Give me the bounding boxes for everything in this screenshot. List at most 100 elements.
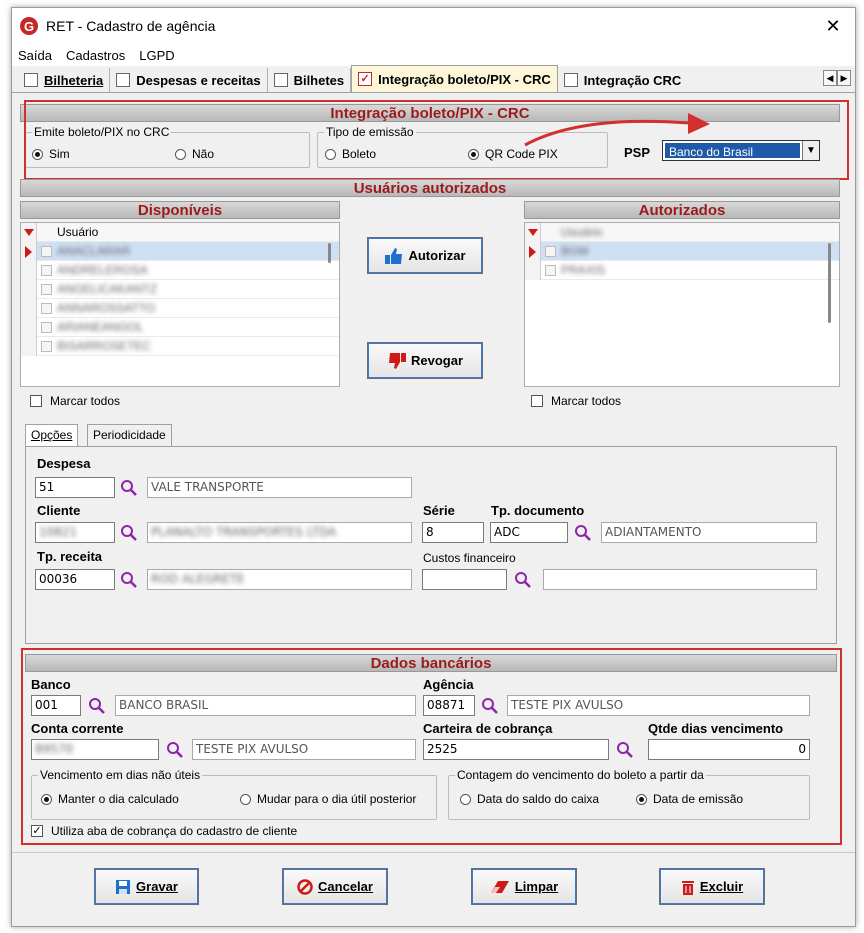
cancel-icon bbox=[297, 878, 313, 895]
table-row[interactable]: ANACLARAR bbox=[21, 242, 339, 261]
tipo-boleto-radio[interactable]: Boleto bbox=[325, 147, 376, 161]
search-icon[interactable] bbox=[120, 479, 138, 497]
custos-code-field[interactable] bbox=[422, 569, 507, 590]
serie-field[interactable]: 8 bbox=[422, 522, 484, 543]
tab-opcoes[interactable]: Opções bbox=[25, 424, 79, 446]
gravar-button[interactable]: Gravar bbox=[94, 868, 199, 905]
row-pointer-icon bbox=[525, 242, 541, 261]
limpar-button[interactable]: Limpar bbox=[471, 868, 577, 905]
custos-desc-field bbox=[543, 569, 817, 590]
manter-dia-radio[interactable]: Manter o dia calculado bbox=[41, 792, 179, 806]
autorizados-grid[interactable]: Usuário BGM PRAXIS bbox=[524, 222, 840, 387]
cancelar-button[interactable]: Cancelar bbox=[282, 868, 388, 905]
utiliza-aba-checkbox[interactable]: ✓ Utiliza aba de cobrança do cadastro de … bbox=[31, 824, 297, 838]
tab-bilhetes[interactable]: Bilhetes bbox=[268, 68, 352, 92]
row-checkbox[interactable] bbox=[41, 322, 52, 333]
mudar-dia-radio[interactable]: Mudar para o dia útil posterior bbox=[240, 792, 416, 806]
carteira-field[interactable]: 2525 bbox=[423, 739, 609, 760]
emite-nao-radio[interactable]: Não bbox=[175, 147, 214, 161]
table-row[interactable]: ARIANEANGOL bbox=[21, 318, 339, 337]
table-row[interactable]: BGM bbox=[525, 242, 839, 261]
row-checkbox[interactable] bbox=[41, 265, 52, 276]
trash-icon bbox=[681, 880, 694, 895]
search-icon[interactable] bbox=[120, 524, 138, 542]
tab-scroll-left-button[interactable]: ◀ bbox=[823, 70, 837, 86]
search-icon[interactable] bbox=[616, 741, 634, 759]
button-label: Autorizar bbox=[408, 248, 466, 263]
tp-documento-code-field[interactable]: ADC bbox=[490, 522, 568, 543]
autorizar-button[interactable]: Autorizar bbox=[367, 237, 483, 274]
radio-label: Boleto bbox=[342, 147, 377, 161]
grid-scrollbar[interactable] bbox=[828, 243, 831, 323]
menu-bar: Saída Cadastros LGPD bbox=[12, 44, 855, 66]
tab-scroll-buttons: ◀ ▶ bbox=[823, 70, 851, 86]
edit-document-icon bbox=[116, 73, 131, 87]
table-row[interactable]: ANGELICAKANTZ bbox=[21, 280, 339, 299]
agencia-code-field[interactable]: 08871 bbox=[423, 695, 475, 716]
grid-scrollbar[interactable] bbox=[328, 243, 331, 263]
search-icon[interactable] bbox=[514, 571, 532, 589]
emite-sim-radio[interactable]: Sim bbox=[32, 147, 70, 161]
menu-item-cadastros[interactable]: Cadastros bbox=[66, 48, 125, 63]
banco-desc-field: BANCO BRASIL bbox=[115, 695, 416, 716]
close-button[interactable]: ✕ bbox=[811, 16, 855, 37]
column-header-usuario[interactable]: Usuário bbox=[561, 225, 602, 239]
table-row[interactable]: PRAXIS bbox=[525, 261, 839, 280]
search-icon[interactable] bbox=[481, 697, 499, 715]
search-icon[interactable] bbox=[120, 571, 138, 589]
qtde-dias-label: Qtde dias vencimento bbox=[648, 721, 784, 736]
tp-receita-code-field[interactable]: 00036 bbox=[35, 569, 115, 590]
vencimento-title: Vencimento em dias não úteis bbox=[38, 768, 203, 782]
revogar-button[interactable]: Revogar bbox=[367, 342, 483, 379]
row-checkbox[interactable] bbox=[41, 284, 52, 295]
row-checkbox[interactable] bbox=[41, 341, 52, 352]
row-checkbox[interactable] bbox=[545, 265, 556, 276]
banco-code-field[interactable]: 001 bbox=[31, 695, 81, 716]
usuarios-header: Usuários autorizados bbox=[20, 179, 840, 197]
tab-bilheteria[interactable]: Bilheteria bbox=[18, 68, 111, 92]
menu-item-saida[interactable]: Saída bbox=[18, 48, 52, 63]
cliente-code-field[interactable]: 10821 bbox=[35, 522, 115, 543]
tab-despesas-receitas[interactable]: Despesas e receitas bbox=[110, 68, 268, 92]
calendar-icon bbox=[273, 73, 288, 87]
conta-corrente-code-field[interactable]: 89570 bbox=[31, 739, 159, 760]
sort-indicator-icon bbox=[525, 223, 541, 242]
tab-scroll-right-button[interactable]: ▶ bbox=[837, 70, 851, 86]
button-label: Gravar bbox=[136, 879, 178, 894]
conta-corrente-desc-field: TESTE PIX AVULSO bbox=[192, 739, 416, 760]
search-icon[interactable] bbox=[166, 741, 184, 759]
excluir-button[interactable]: Excluir bbox=[659, 868, 765, 905]
data-emissao-radio[interactable]: Data de emissão bbox=[636, 792, 743, 806]
row-checkbox[interactable] bbox=[545, 246, 556, 257]
tab-integracao-boleto-pix[interactable]: ✓ Integração boleto/PIX - CRC bbox=[351, 65, 558, 92]
table-row[interactable]: BISARROSETEC bbox=[21, 337, 339, 356]
grid-cell: ANACLARAR bbox=[57, 244, 131, 258]
row-checkbox[interactable] bbox=[41, 246, 52, 257]
disponiveis-grid[interactable]: Usuário ANACLARAR ANDRELEROSA ANGELICAKA… bbox=[20, 222, 340, 387]
search-icon[interactable] bbox=[574, 524, 592, 542]
autorizados-marcar-todos[interactable]: Marcar todos bbox=[531, 394, 621, 408]
qtde-dias-field[interactable]: 0 bbox=[648, 739, 810, 760]
tp-documento-desc-field: ADIANTAMENTO bbox=[601, 522, 817, 543]
row-checkbox[interactable] bbox=[41, 303, 52, 314]
despesa-code-field[interactable]: 51 bbox=[35, 477, 115, 498]
data-saldo-radio[interactable]: Data do saldo do caixa bbox=[460, 792, 599, 806]
main-tabs: Bilheteria Despesas e receitas Bilhetes … bbox=[12, 65, 855, 93]
carteira-label: Carteira de cobrança bbox=[423, 721, 553, 736]
radio-label: Sim bbox=[49, 147, 70, 161]
emite-title: Emite boleto/PIX no CRC bbox=[32, 125, 172, 139]
table-row[interactable]: ANNAROSSATTO bbox=[21, 299, 339, 318]
search-icon[interactable] bbox=[88, 697, 106, 715]
eraser-icon bbox=[490, 880, 509, 893]
tab-label: Integração CRC bbox=[583, 72, 682, 88]
menu-item-lgpd[interactable]: LGPD bbox=[139, 48, 174, 63]
tab-integracao-crc[interactable]: Integração CRC bbox=[558, 68, 688, 92]
disponiveis-marcar-todos[interactable]: Marcar todos bbox=[30, 394, 120, 408]
opcoes-panel bbox=[25, 446, 837, 644]
grid-cell: ANNAROSSATTO bbox=[57, 301, 156, 315]
table-row[interactable]: ANDRELEROSA bbox=[21, 261, 339, 280]
grid-cell: BGM bbox=[561, 244, 589, 258]
tab-periodicidade[interactable]: Periodicidade bbox=[87, 424, 172, 446]
button-label: Cancelar bbox=[318, 879, 373, 894]
column-header-usuario[interactable]: Usuário bbox=[57, 225, 98, 239]
